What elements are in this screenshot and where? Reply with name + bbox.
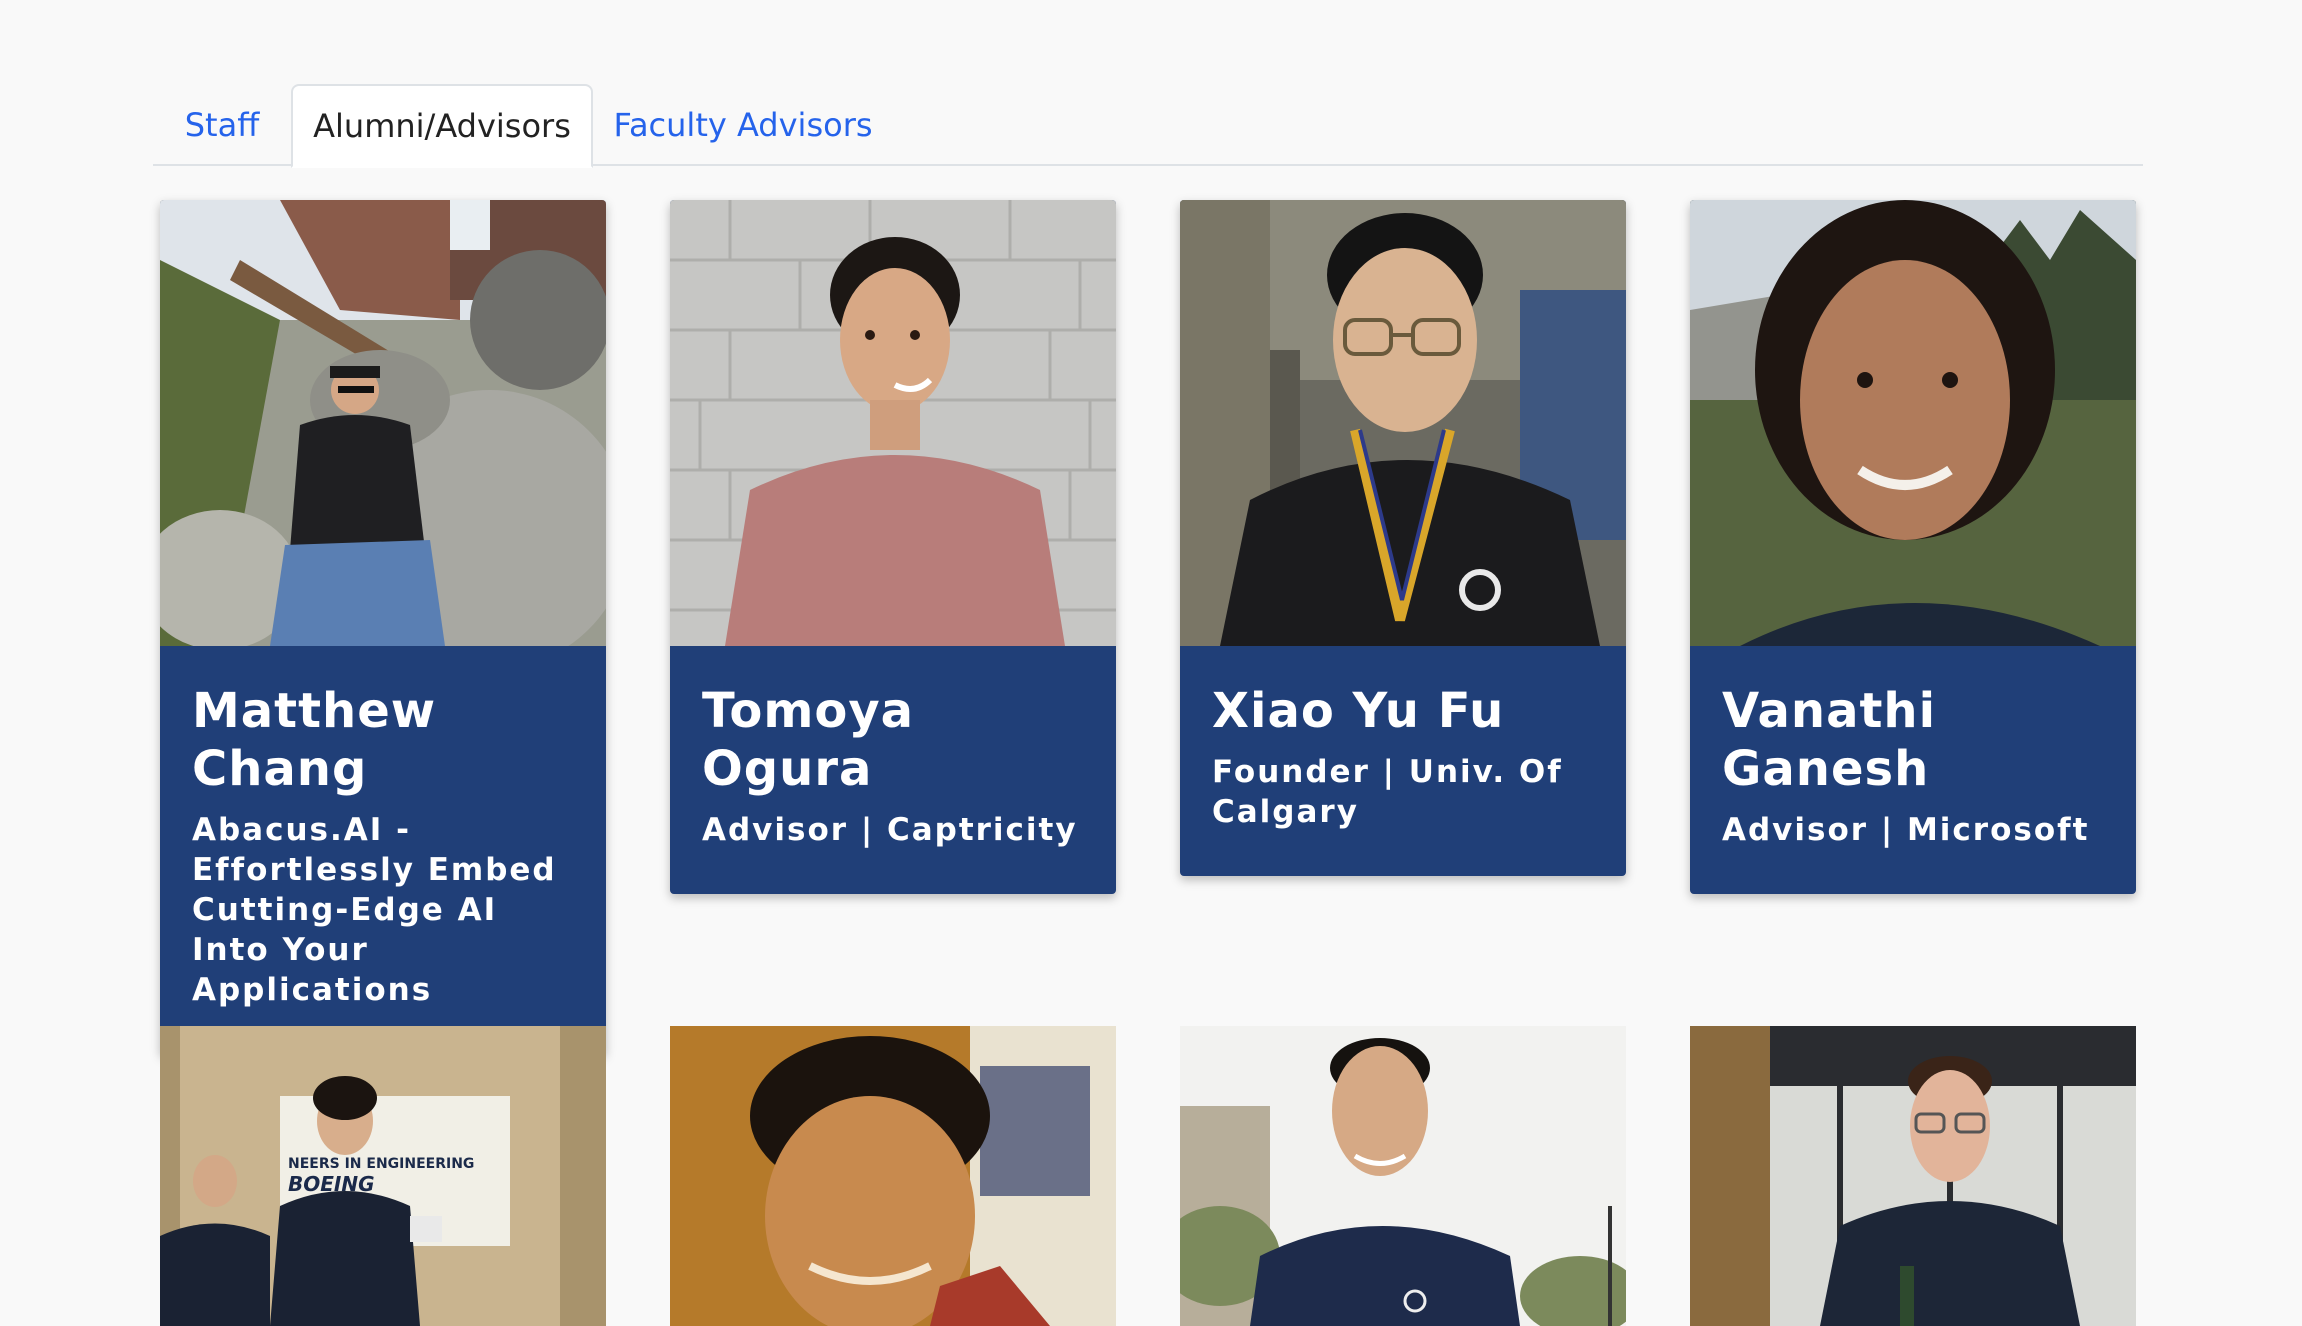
profile-photo: [1690, 200, 2136, 646]
banner-text: NEERS IN ENGINEERING: [288, 1156, 474, 1172]
person-role: Advisor | Microsoft: [1722, 812, 2090, 848]
tab-alumni-advisors[interactable]: Alumni/Advisors: [291, 84, 593, 168]
card-info: Vanathi Ganesh Advisor | Microsoft: [1690, 646, 2136, 894]
profile-photo: [670, 200, 1116, 646]
photo-man-with-glasses-speaking: [1690, 1026, 2136, 1326]
person-name: Vanathi Ganesh: [1722, 683, 1937, 797]
profile-card-tomoya-ogura[interactable]: Tomoya Ogura Advisor | Captricity: [670, 200, 1116, 894]
photo-smiling-young-man-warm-light: [670, 1026, 1116, 1326]
card-info: Matthew Chang Abacus.AI - Effortlessly E…: [160, 646, 606, 1054]
card-info: Tomoya Ogura Advisor | Captricity: [670, 646, 1116, 894]
photo-young-man-outdoors: [1180, 1026, 1626, 1326]
tab-faculty-advisors[interactable]: Faculty Advisors: [593, 84, 893, 166]
profile-photo-row2-1[interactable]: NEERS IN ENGINEERING BOEING: [160, 1026, 606, 1326]
profile-photo: [1180, 200, 1626, 646]
profile-photo: [160, 200, 606, 646]
person-role: Advisor | Captricity: [702, 812, 1078, 848]
tab-staff[interactable]: Staff: [153, 84, 291, 166]
profile-photo-row2-4[interactable]: [1690, 1026, 2136, 1326]
photo-presenter-with-microphone: NEERS IN ENGINEERING BOEING: [160, 1026, 606, 1326]
person-role: Founder | Univ. Of Calgary: [1212, 754, 1563, 830]
photo-smiling-man-brick-wall: [670, 200, 1116, 646]
person-role: Abacus.AI - Effortlessly Embed Cutting-E…: [192, 812, 557, 1008]
person-name: Matthew Chang: [192, 683, 437, 797]
profile-photo-row2-3[interactable]: [1180, 1026, 1626, 1326]
person-name: Tomoya Ogura: [702, 683, 915, 797]
profile-tabs: Staff Alumni/Advisors Faculty Advisors: [153, 84, 2143, 168]
card-info: Xiao Yu Fu Founder | Univ. Of Calgary: [1180, 646, 1626, 876]
profile-card-matthew-chang[interactable]: Matthew Chang Abacus.AI - Effortlessly E…: [160, 200, 606, 1054]
photo-smiling-woman-outdoors: [1690, 200, 2136, 646]
photo-man-with-glasses-lanyard: [1180, 200, 1626, 646]
profile-photo-row2-2[interactable]: [670, 1026, 1116, 1326]
profile-card-xiao-yu-fu[interactable]: Xiao Yu Fu Founder | Univ. Of Calgary: [1180, 200, 1626, 876]
photo-man-on-rocks: [160, 200, 606, 646]
person-name: Xiao Yu Fu: [1212, 683, 1505, 739]
profile-card-vanathi-ganesh[interactable]: Vanathi Ganesh Advisor | Microsoft: [1690, 200, 2136, 894]
